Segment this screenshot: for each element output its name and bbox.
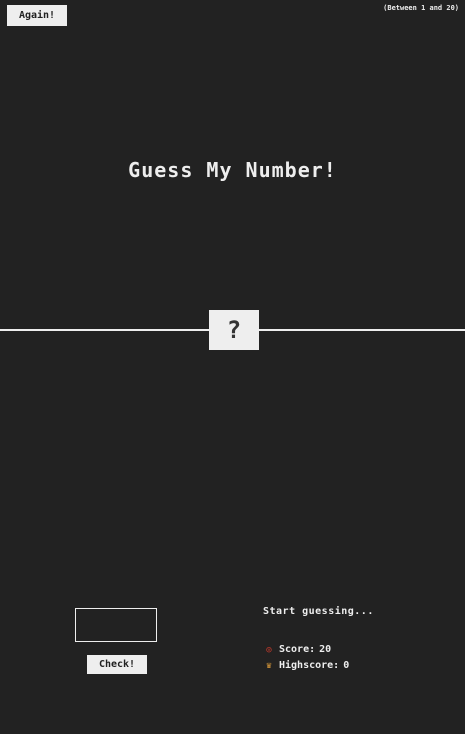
check-button[interactable]: Check! (87, 655, 147, 674)
secret-number-box: ? (209, 310, 259, 350)
highscore-label: Highscore: (279, 660, 340, 671)
score-label: Score: (279, 644, 316, 655)
score-value: 20 (319, 644, 332, 655)
target-icon: ◎ (266, 644, 272, 655)
highscore-value: 0 (343, 660, 350, 671)
highscore-row: ♛ Highscore: 0 (263, 660, 349, 671)
page-title: Guess My Number! (128, 158, 337, 182)
range-hint: (Between 1 and 20) (383, 4, 459, 12)
score-row: ◎ Score: 20 (263, 644, 331, 655)
again-button[interactable]: Again! (7, 5, 67, 26)
status-message: Start guessing... (263, 606, 374, 617)
trophy-icon: ♛ (266, 660, 272, 671)
guess-input[interactable] (75, 608, 157, 642)
